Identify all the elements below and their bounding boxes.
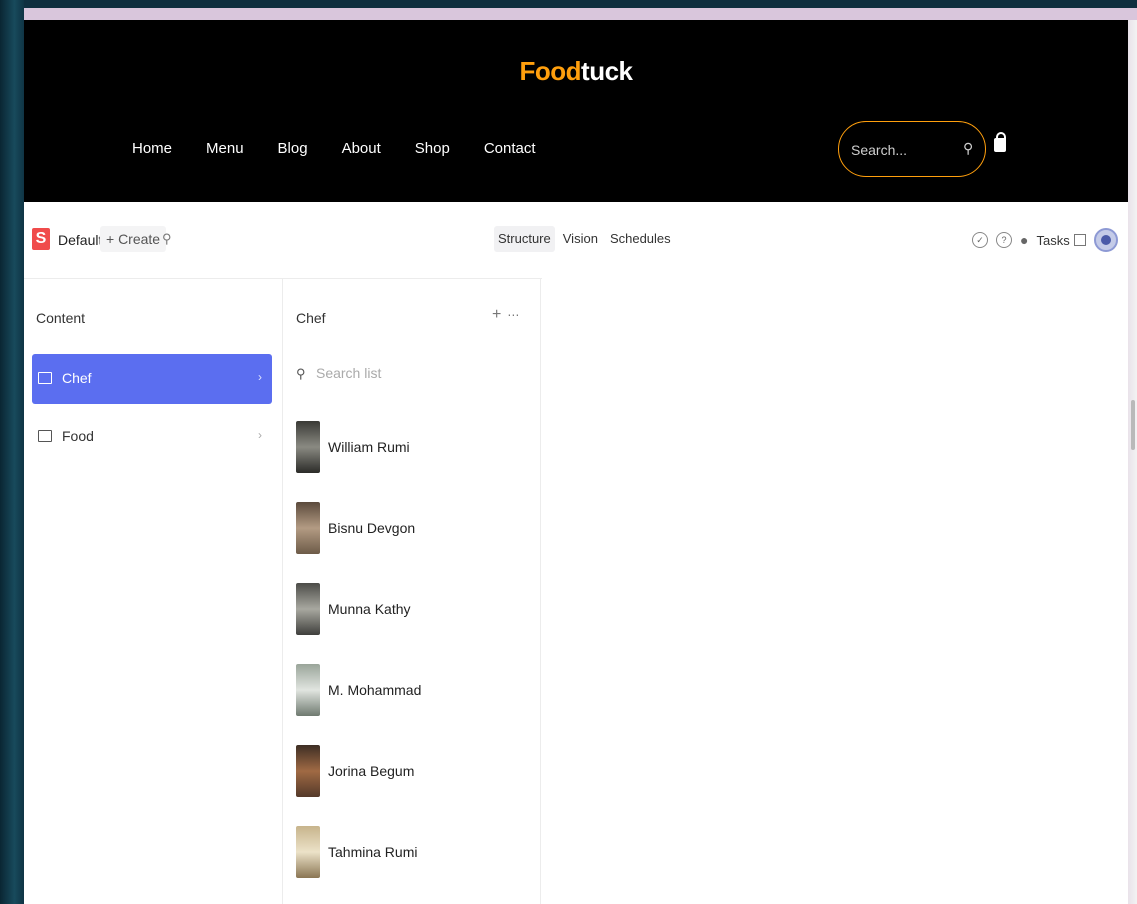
more-icon[interactable]: ⋯: [507, 308, 519, 322]
document-row[interactable]: Munna Kathy: [296, 583, 526, 635]
nav-shop[interactable]: Shop: [415, 140, 450, 157]
tab-vision[interactable]: Vision: [559, 226, 602, 252]
help-icon[interactable]: ?: [996, 232, 1012, 248]
panel-icon[interactable]: [1073, 234, 1086, 246]
tool-tabs: Structure Vision Schedules: [494, 226, 679, 252]
document-row[interactable]: Bisnu Devgon: [296, 502, 526, 554]
workspace-name[interactable]: Default: [58, 232, 102, 248]
content-item-label: Food: [62, 428, 94, 444]
avatar[interactable]: [1093, 228, 1118, 252]
brand-logo[interactable]: Foodtuck: [24, 56, 1128, 87]
nav-menu[interactable]: Menu: [206, 140, 244, 157]
chevron-right-icon: ›: [258, 370, 262, 384]
browser-viewport: Foodtuck Home Menu Blog About Shop Conta…: [24, 20, 1128, 904]
content-pane: Content Chef › Food ›: [24, 278, 283, 904]
document-editor-pane: [542, 278, 1128, 904]
add-icon[interactable]: +: [492, 306, 501, 323]
chef-photo-thumbnail: [296, 826, 320, 878]
list-pane-title: Chef: [296, 310, 326, 326]
document-list-pane: Chef +⋯ ⚲ William Rumi Bisnu Devgon Munn…: [284, 278, 541, 904]
site-header: Foodtuck Home Menu Blog About Shop Conta…: [24, 20, 1128, 202]
chef-photo-thumbnail: [296, 421, 320, 473]
window-top-border: [24, 8, 1137, 20]
tab-structure[interactable]: Structure: [494, 226, 555, 252]
chef-photo-thumbnail: [296, 664, 320, 716]
chef-photo-thumbnail: [296, 502, 320, 554]
document-row[interactable]: Tahmina Rumi: [296, 826, 526, 878]
chevron-right-icon: ›: [258, 428, 262, 442]
toolbar-right: ✓ ? ● Tasks: [972, 226, 1118, 254]
document-row[interactable]: William Rumi: [296, 421, 526, 473]
document-name: William Rumi: [328, 439, 410, 455]
lightning-icon[interactable]: ✓: [972, 232, 988, 248]
tab-schedules[interactable]: Schedules: [606, 226, 675, 252]
folder-icon: [38, 372, 52, 384]
studio-logo-icon[interactable]: S: [32, 228, 50, 250]
brand-part-food: Food: [519, 56, 582, 86]
content-item-chef[interactable]: Chef ›: [32, 354, 272, 404]
desktop-background: [0, 0, 24, 904]
chef-photo-thumbnail: [296, 745, 320, 797]
document-row[interactable]: M. Mohammad: [296, 664, 526, 716]
site-search-box: ⚲: [838, 121, 986, 177]
content-pane-title: Content: [36, 310, 86, 326]
studio-toolbar: S Default + Create ⚲ Structure Vision Sc…: [24, 202, 1128, 279]
content-item-label: Chef: [62, 370, 92, 386]
page-scrollbar[interactable]: [1128, 20, 1137, 904]
chef-photo-thumbnail: [296, 583, 320, 635]
nav-home[interactable]: Home: [132, 140, 172, 157]
document-name: M. Mohammad: [328, 682, 422, 698]
user-icon[interactable]: ●: [1020, 232, 1028, 248]
list-search-input[interactable]: [313, 364, 468, 382]
nav-about[interactable]: About: [342, 140, 381, 157]
nav-blog[interactable]: Blog: [278, 140, 308, 157]
main-nav: Home Menu Blog About Shop Contact: [132, 140, 570, 157]
scrollbar-thumb[interactable]: [1131, 400, 1135, 450]
tasks-button[interactable]: Tasks: [1036, 233, 1069, 248]
folder-icon: [38, 430, 52, 442]
list-actions: + ⋯: [492, 306, 519, 324]
document-name: Munna Kathy: [328, 601, 411, 617]
search-icon[interactable]: ⚲: [963, 140, 973, 157]
document-name: Jorina Begum: [328, 763, 415, 779]
create-button[interactable]: + Create: [100, 226, 167, 252]
shopping-bag-icon[interactable]: [994, 132, 1006, 152]
search-icon: ⚲: [296, 366, 306, 381]
brand-part-tuck: tuck: [581, 56, 633, 86]
document-name: Tahmina Rumi: [328, 844, 418, 860]
nav-contact[interactable]: Contact: [484, 140, 536, 157]
document-name: Bisnu Devgon: [328, 520, 416, 536]
content-item-food[interactable]: Food ›: [32, 412, 272, 462]
site-search-input[interactable]: [849, 138, 963, 162]
list-search: ⚲: [296, 364, 468, 383]
document-row[interactable]: Jorina Begum: [296, 745, 526, 797]
search-icon[interactable]: ⚲: [162, 231, 172, 247]
